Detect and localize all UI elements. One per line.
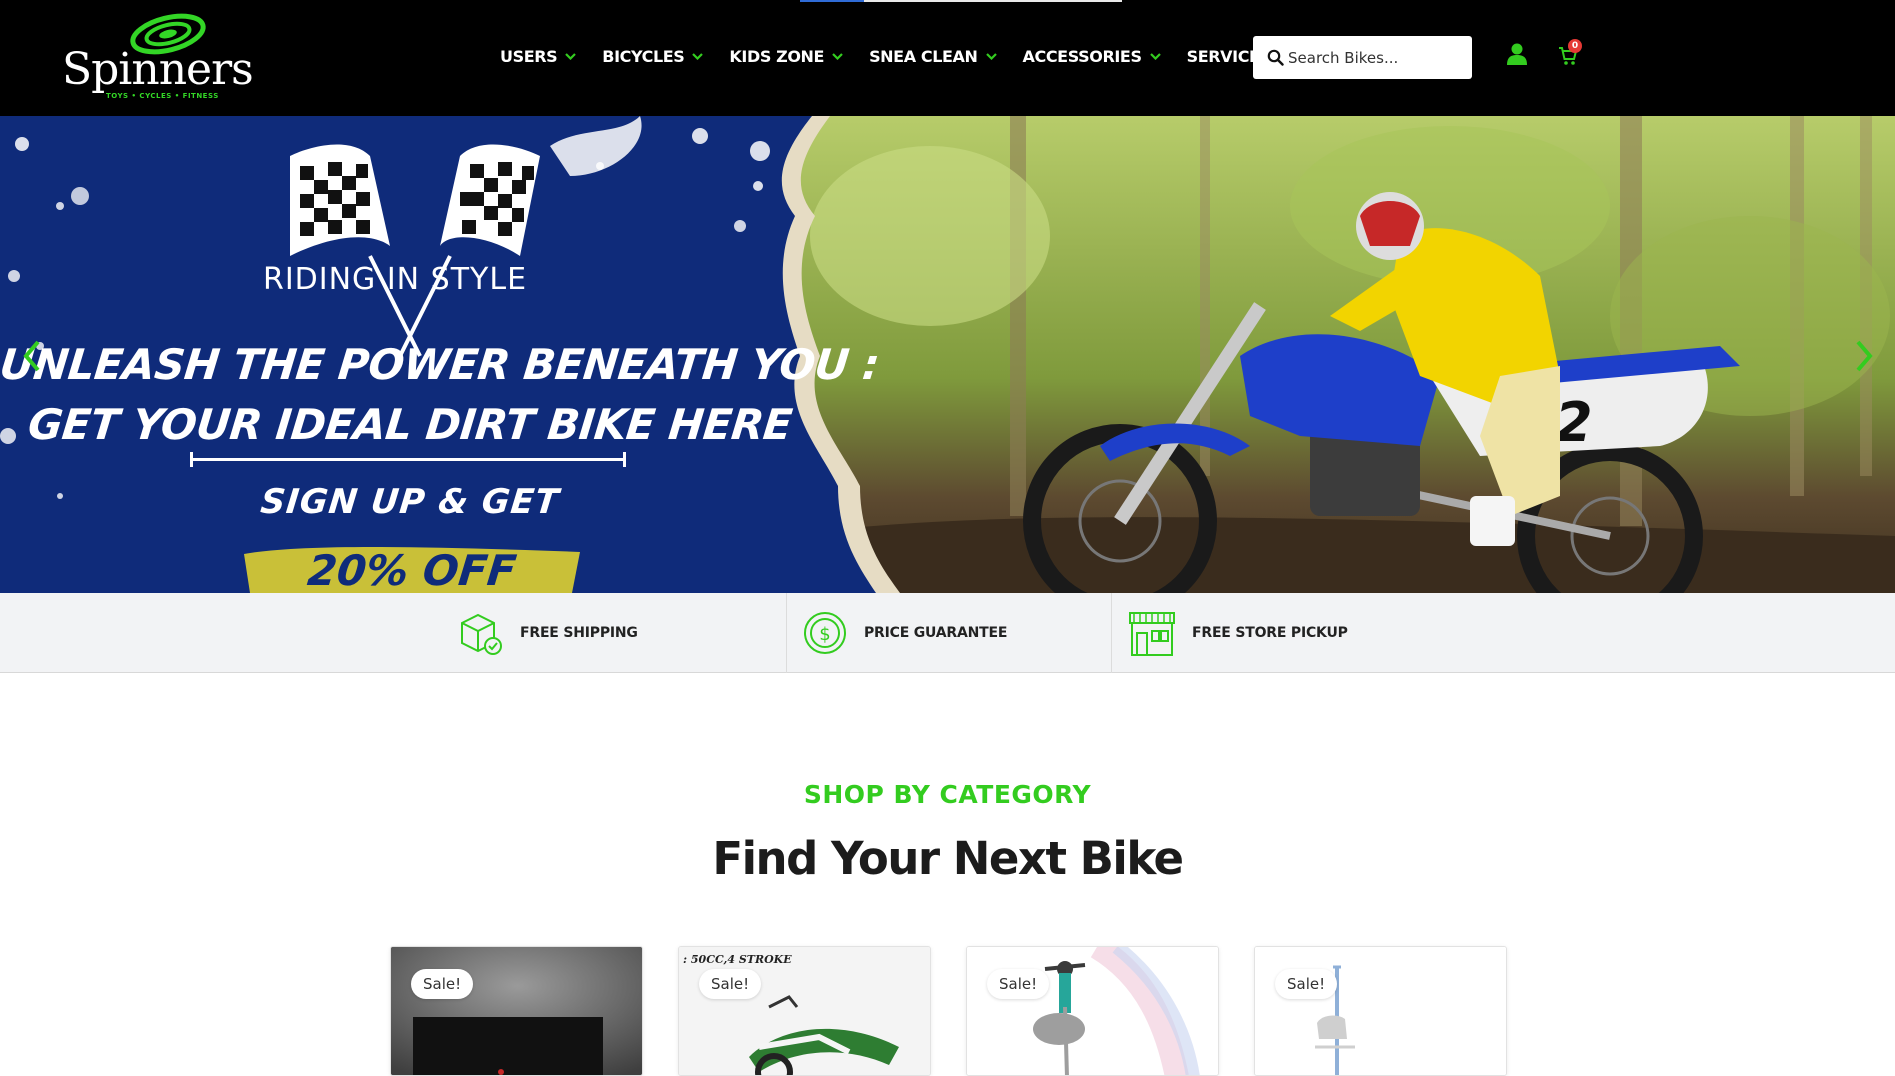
logo-tagline: TOYS • CYCLES • FITNESS	[106, 92, 219, 100]
product-spec-text: : 50CC,4 STROKE	[683, 953, 792, 966]
feature-strip: FREE SHIPPING $ PRICE GUARANTEE FREE STO…	[0, 593, 1895, 673]
site-logo[interactable]: Spinners TOYS • CYCLES • FITNESS	[62, 12, 254, 104]
hero-kicker: RIDING IN STYLE	[262, 262, 528, 297]
feature-label: PRICE GUARANTEE	[864, 625, 1008, 641]
category-cards: Sale! : 50CC,4 STROKE Sale! Sale! Sale!	[0, 946, 1895, 1076]
chevron-down-icon	[832, 52, 843, 60]
product-image	[967, 947, 1218, 1075]
hero-headline-line1: UNLEASH THE POWER BENEATH YOU :	[0, 340, 882, 389]
nav-item-users[interactable]: USERS	[500, 46, 577, 66]
chevron-down-icon	[565, 52, 577, 60]
product-image: : 50CC,4 STROKE	[679, 947, 930, 1075]
product-card[interactable]: Sale!	[1254, 946, 1507, 1076]
hero-divider	[190, 452, 626, 467]
nav-item-label: ACCESSORIES	[1022, 46, 1142, 66]
feature-divider	[1111, 593, 1112, 673]
feature-price-guarantee: $ PRICE GUARANTEE	[802, 593, 1007, 673]
nav-item-label: USERS	[500, 46, 558, 66]
slider-next-arrow-icon[interactable]	[1848, 336, 1878, 376]
slider-prev-arrow-icon[interactable]	[18, 336, 48, 376]
product-card[interactable]: Sale!	[966, 946, 1219, 1076]
nav-item-kids-zone[interactable]: KIDS ZONE	[729, 47, 843, 66]
search-input[interactable]	[1288, 48, 1458, 67]
rider-number: 2	[1555, 391, 1593, 454]
nav-item-label: KIDS ZONE	[729, 46, 825, 66]
feature-label: FREE STORE PICKUP	[1192, 625, 1348, 641]
svg-text:$: $	[819, 624, 830, 645]
feature-label: FREE SHIPPING	[520, 625, 638, 641]
sale-badge: Sale!	[1275, 969, 1338, 999]
product-card[interactable]: : 50CC,4 STROKE Sale!	[678, 946, 931, 1076]
product-card[interactable]: Sale!	[390, 946, 643, 1076]
search-icon[interactable]	[1267, 49, 1284, 66]
nav-item-label: BICYCLES	[602, 46, 685, 66]
cart-count-badge: 0	[1568, 39, 1582, 53]
feature-free-shipping: FREE SHIPPING	[456, 593, 638, 673]
chevron-down-icon	[985, 52, 997, 60]
nav-item-accessories[interactable]: ACCESSORIES	[1023, 47, 1161, 66]
hero-slider: 2 RIDING IN STYLE UNLEASH THE POWER BENE…	[0, 116, 1895, 593]
hero-headline-line2: GET YOUR IDEAL DIRT BIKE HERE	[25, 400, 795, 449]
chevron-down-icon	[1149, 52, 1161, 60]
sale-badge: Sale!	[411, 969, 474, 999]
sale-badge: Sale!	[699, 969, 762, 999]
nav-item-bicycles[interactable]: BICYCLES	[602, 46, 704, 66]
feature-divider	[786, 593, 787, 673]
hero-discount: 20% OFF	[305, 546, 519, 593]
feature-free-store-pickup: FREE STORE PICKUP	[1128, 593, 1348, 673]
category-title: Find Your Next Bike	[712, 832, 1184, 885]
main-nav: USERS BICYCLES KIDS ZONE SNEA CLEAN ACCE…	[500, 44, 1297, 68]
nav-item-label: SNEA CLEAN	[869, 46, 978, 66]
sale-badge: Sale!	[987, 969, 1050, 999]
product-image	[391, 947, 642, 1075]
storefront-icon	[1129, 612, 1175, 656]
logo-wordmark: Spinners	[62, 44, 254, 95]
user-icon[interactable]	[1506, 42, 1528, 66]
site-header: Spinners TOYS • CYCLES • FITNESS USERS B…	[0, 0, 1895, 116]
product-image	[1255, 947, 1506, 1075]
chevron-down-icon	[692, 52, 704, 60]
package-check-icon	[461, 613, 502, 655]
page-load-progress	[800, 0, 1122, 2]
hero-cta-text: SIGN UP & GET	[258, 482, 562, 522]
nav-item-snea-clean[interactable]: SNEA CLEAN	[869, 46, 997, 66]
category-kicker: SHOP BY CATEGORY	[803, 780, 1092, 809]
search-box	[1253, 36, 1472, 79]
dollar-coin-icon: $	[804, 612, 846, 654]
